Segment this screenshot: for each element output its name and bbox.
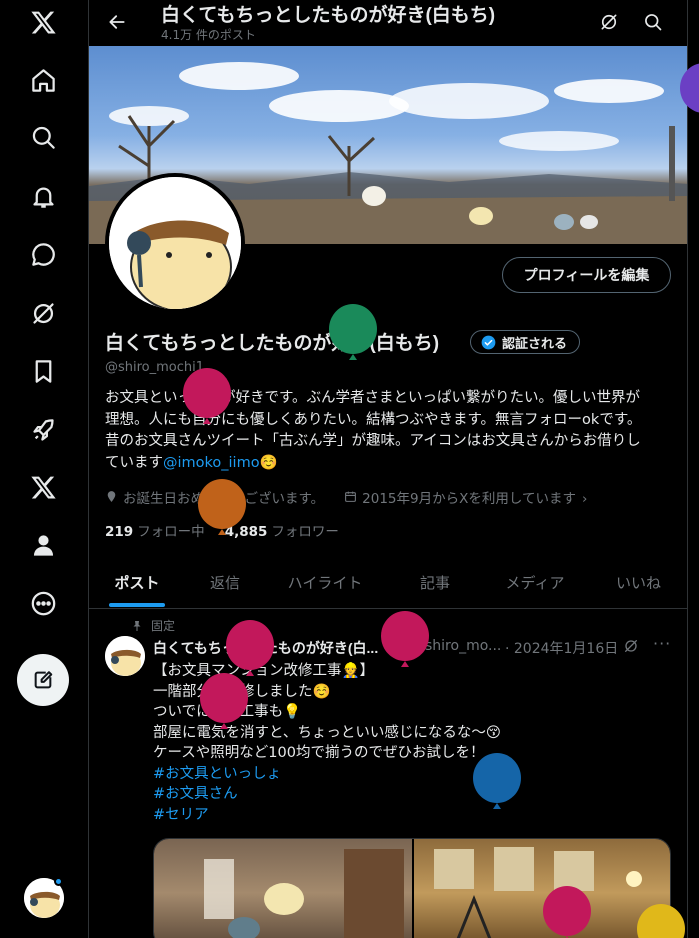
- premium-x-icon[interactable]: [22, 466, 64, 508]
- profile-avatar[interactable]: [105, 173, 245, 313]
- tab-replies[interactable]: 返信: [185, 556, 265, 609]
- balloon-decoration-icon: [381, 611, 429, 667]
- bio-line: 昔のお文具さんツイート「古ぶん学」が趣味。アイコンはお文具さんからお借りし: [105, 433, 641, 449]
- bio-emoji: ☺️: [259, 454, 278, 471]
- header-title: 白くてもちっとしたものが好き(白もち): [161, 5, 496, 26]
- balloon-decoration-icon: [183, 368, 231, 424]
- grok-icon[interactable]: [22, 292, 64, 334]
- post-line: ケースや照明など100均で揃うのでぜひお試しを！: [153, 745, 485, 761]
- calendar-icon: [344, 490, 357, 507]
- pin-icon: [133, 620, 141, 631]
- balloon-decoration-icon: [198, 479, 246, 535]
- home-icon[interactable]: [22, 59, 64, 101]
- joined-text: 2015年9月からXを利用しています: [362, 491, 576, 507]
- rocket-icon[interactable]: [22, 409, 64, 451]
- pinned-indicator: 固定: [131, 617, 175, 634]
- tab-posts[interactable]: ポスト: [89, 556, 185, 609]
- more-options-icon[interactable]: ···: [653, 634, 671, 653]
- profile-main-column: 白くてもちっとしたものが好き(白もち) 4.1万 件のポスト プロフィールを編集…: [89, 0, 688, 938]
- verify-label: 認証される: [502, 336, 568, 352]
- bio-mention-link[interactable]: @imoko_iimo: [163, 455, 260, 471]
- grok-icon[interactable]: [623, 638, 639, 658]
- profile-header-bar: 白くてもちっとしたものが好き(白もち) 4.1万 件のポスト: [89, 0, 687, 46]
- messages-icon[interactable]: [22, 233, 64, 275]
- tab-articles[interactable]: 記事: [385, 556, 485, 609]
- back-arrow-icon[interactable]: [103, 8, 131, 36]
- balloon-decoration-icon: [680, 63, 699, 113]
- bio-text: ています: [105, 454, 163, 471]
- verified-badge-icon: [481, 335, 496, 349]
- post-author-avatar[interactable]: [105, 636, 145, 676]
- search-icon[interactable]: [22, 116, 64, 158]
- tab-likes[interactable]: いいね: [589, 556, 687, 609]
- post-image[interactable]: [154, 839, 412, 938]
- bookmark-icon[interactable]: [22, 350, 64, 392]
- hashtag-link[interactable]: #セリア: [153, 805, 673, 826]
- search-icon[interactable]: [639, 8, 667, 36]
- hashtag-link[interactable]: #お文具といっしょ: [153, 764, 673, 785]
- active-tab-indicator: [109, 603, 165, 607]
- tab-media[interactable]: メディア: [485, 556, 585, 609]
- profile-tabs: ポスト 返信 ハイライト 記事 メディア いいね: [89, 556, 687, 609]
- header-post-count: 4.1万 件のポスト: [161, 28, 256, 42]
- edit-profile-button[interactable]: プロフィールを編集: [502, 257, 671, 293]
- notification-dot: [54, 877, 63, 886]
- pinned-label: 固定: [151, 619, 176, 633]
- get-verified-button[interactable]: 認証される: [470, 330, 581, 354]
- balloon-pin-icon: [105, 490, 118, 507]
- profile-display-name: 白くてもちっとしたものが好き(白もち): [105, 333, 440, 354]
- chevron-right-icon: ›: [581, 491, 588, 507]
- post-date[interactable]: · 2024年1月16日: [505, 638, 618, 658]
- more-circle-icon[interactable]: [22, 582, 64, 624]
- profile-person-icon[interactable]: [22, 524, 64, 566]
- grok-icon[interactable]: [595, 8, 623, 36]
- joined-item[interactable]: 2015年9月からXを利用しています ›: [344, 487, 587, 507]
- balloon-decoration-icon: [543, 886, 591, 938]
- scrollbar[interactable]: [688, 0, 699, 938]
- following-count: 219: [105, 524, 134, 540]
- balloon-decoration-icon: [473, 753, 521, 809]
- left-nav-rail: [0, 0, 89, 938]
- balloon-decoration-icon: [200, 673, 248, 729]
- notifications-bell-icon[interactable]: [22, 175, 64, 217]
- compose-post-button[interactable]: [17, 654, 69, 706]
- tab-highlights[interactable]: ハイライト: [265, 556, 385, 609]
- followers-label: フォロワー: [271, 524, 339, 540]
- x-logo-icon[interactable]: [22, 1, 64, 43]
- hashtag-link[interactable]: #お文具さん: [153, 784, 673, 805]
- balloon-decoration-icon: [637, 904, 685, 938]
- profile-meta: お誕生日おめでとうございます。 2015年9月からXを利用しています›: [105, 487, 587, 507]
- bio-line-last: ています@imoko_iimo☺️: [105, 453, 675, 475]
- compose-pen-icon: [34, 671, 53, 689]
- balloon-decoration-icon: [329, 304, 377, 360]
- following-link[interactable]: 219 フォロー中: [105, 520, 205, 540]
